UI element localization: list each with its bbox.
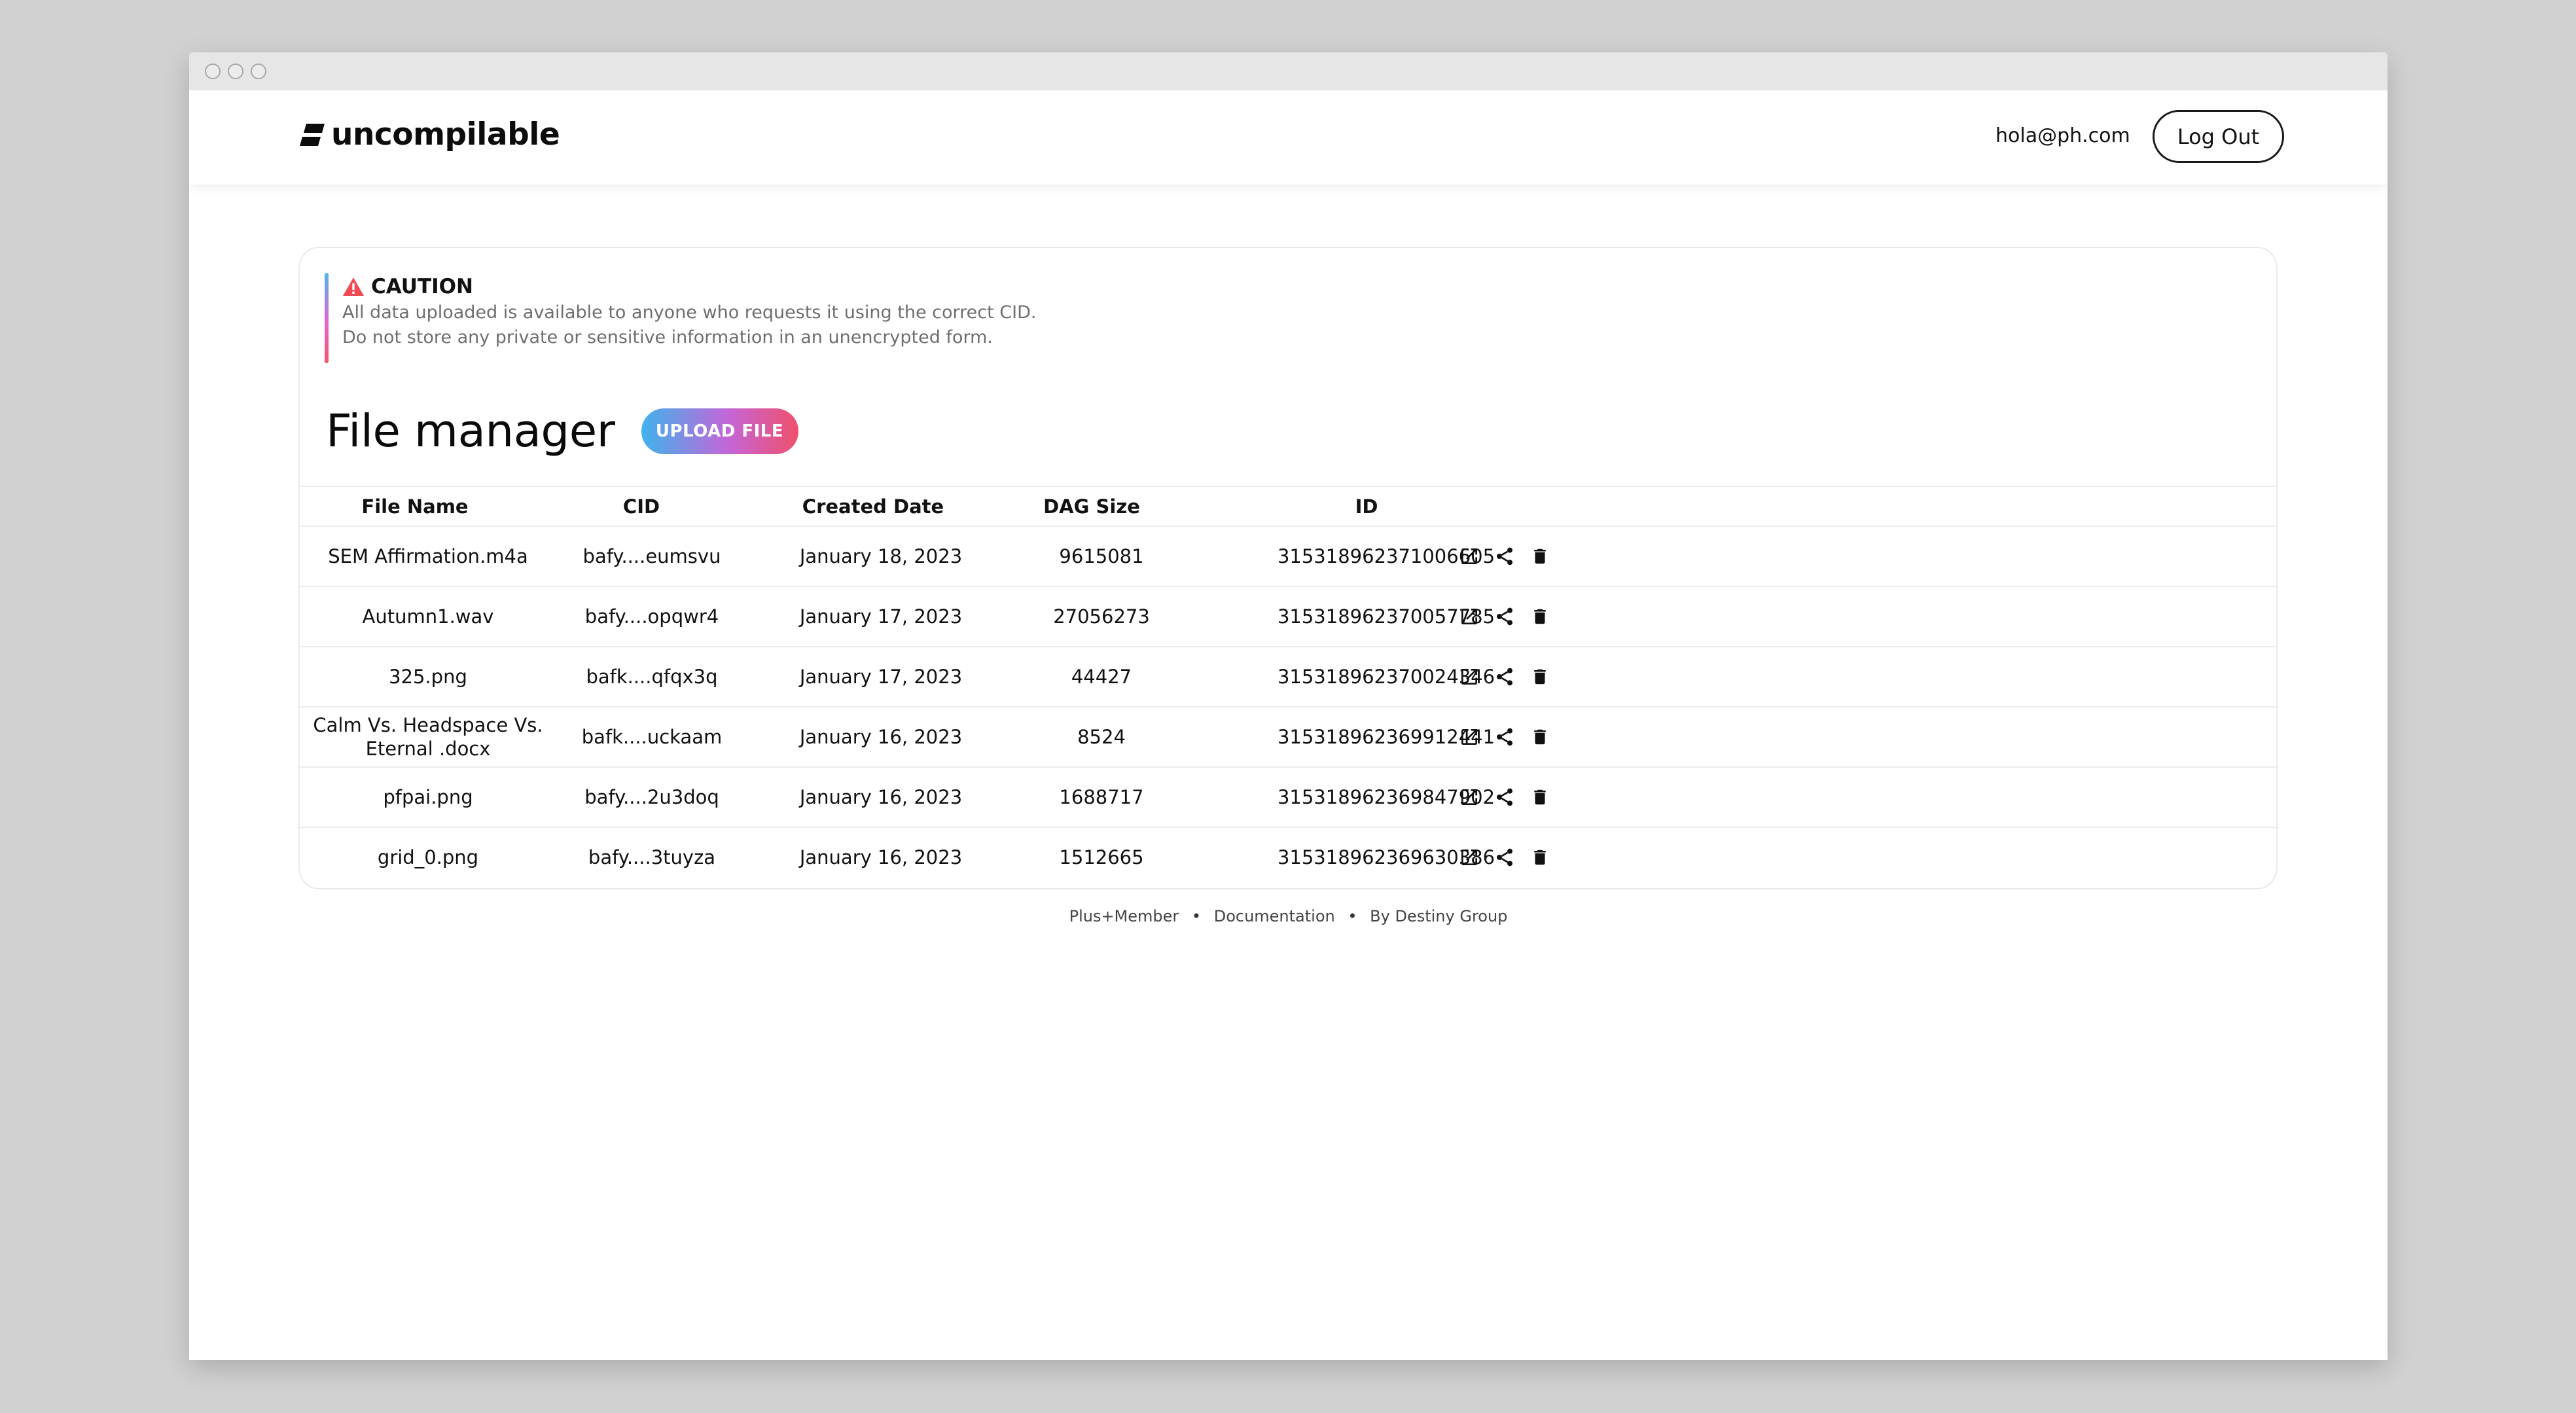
share-icon[interactable] [1494,846,1516,868]
created-date-cell: January 17, 2023 [799,666,963,688]
cid-cell: bafy....eumsvu [582,545,721,567]
caution-accent-bar [325,273,329,363]
caution-line-2: Do not store any private or sensitive in… [342,327,993,348]
dag-size-cell: 1512665 [1059,846,1144,868]
trash-icon[interactable] [1529,605,1551,628]
dag-size-cell: 27056273 [1053,605,1150,628]
window-titlebar [189,52,2388,90]
trash-icon[interactable] [1529,846,1551,868]
table-row: Calm Vs. Headspace Vs. Eternal .docx bafk… [300,707,2276,768]
dag-size-cell: 44427 [1071,666,1132,688]
table-row: grid_0.png bafy....3tuyza January 16, 2023… [300,828,2276,888]
warning-icon [343,277,364,296]
caution-line-1: All data uploaded is available to anyone… [342,302,1037,323]
footer-separator: • [1191,907,1202,925]
file-name-cell: Calm Vs. Headspace Vs. Eternal .docx [313,714,543,760]
column-header-dag-size[interactable]: DAG Size [993,487,1190,527]
window-close-dot[interactable] [205,63,221,79]
dag-size-cell: 9615081 [1059,545,1144,567]
external-link-icon[interactable] [1458,545,1480,567]
row-actions [1458,707,1551,766]
table-row: 325.png bafk....qfqx3q January 17, 2023 444… [300,647,2276,707]
file-manager-card: CAUTION All data uploaded is available t… [298,247,2278,889]
dag-size-cell: 1688717 [1059,786,1144,808]
cid-cell: bafk....qfqx3q [586,666,718,688]
footer-separator: • [1348,907,1357,925]
share-icon[interactable] [1494,726,1516,748]
table-body: SEM Affirmation.m4a bafy....eumsvu January… [300,527,2276,888]
external-link-icon[interactable] [1458,666,1480,688]
brand-name: uncompilable [331,116,560,152]
brand-mark-icon [300,123,325,146]
browser-window: uncompilable hola@ph.com Log Out CAUTION… [189,52,2388,1360]
top-navbar: uncompilable hola@ph.com Log Out [189,90,2388,185]
file-name-cell: grid_0.png [377,846,479,868]
created-date-cell: January 16, 2023 [799,786,963,808]
dag-size-cell: 8524 [1077,726,1126,748]
trash-icon[interactable] [1529,545,1551,567]
external-link-icon[interactable] [1458,846,1480,868]
trash-icon[interactable] [1529,786,1551,808]
window-maximize-dot[interactable] [251,63,266,79]
file-table: File Name CID Created Date DAG Size ID S… [300,486,2276,888]
file-name-cell: Autumn1.wav [362,605,494,628]
logout-button[interactable]: Log Out [2153,110,2284,163]
footer: Plus+Member • Documentation • By Destiny… [189,907,2388,925]
footer-link-documentation[interactable]: Documentation [1214,907,1335,925]
cid-cell: bafy....3tuyza [588,846,716,868]
page-title: File manager [326,405,615,457]
row-actions [1458,587,1551,646]
file-name-cell: pfpai.png [383,786,473,808]
user-email: hola@ph.com [1995,124,2130,147]
share-icon[interactable] [1494,666,1516,688]
file-name-cell: SEM Affirmation.m4a [328,545,528,567]
cid-cell: bafk....uckaam [581,726,723,748]
footer-link-plus-member[interactable]: Plus+Member [1069,907,1179,925]
trash-icon[interactable] [1529,726,1551,748]
caution-notice: CAUTION All data uploaded is available t… [325,273,1241,363]
heading-row: File manager UPLOAD FILE [326,405,798,457]
row-actions [1458,647,1551,706]
table-row: pfpai.png bafy....2u3doq January 16, 2023 1… [300,768,2276,828]
created-date-cell: January 16, 2023 [799,726,963,748]
column-header-id[interactable]: ID [1203,487,1530,527]
share-icon[interactable] [1494,605,1516,628]
trash-icon[interactable] [1529,666,1551,688]
row-actions [1458,828,1551,887]
column-header-file-name[interactable]: File Name [300,487,530,527]
brand-logo[interactable]: uncompilable [300,116,560,152]
external-link-icon[interactable] [1458,786,1480,808]
created-date-cell: January 17, 2023 [799,605,963,628]
share-icon[interactable] [1494,545,1516,567]
cid-cell: bafy....2u3doq [584,786,719,808]
upload-file-button[interactable]: UPLOAD FILE [641,408,798,454]
cid-cell: bafy....opqwr4 [584,605,719,628]
share-icon[interactable] [1494,786,1516,808]
row-actions [1458,768,1551,827]
table-header: File Name CID Created Date DAG Size ID [300,486,2276,527]
file-name-cell: 325.png [389,666,467,688]
column-header-created-date[interactable]: Created Date [759,487,987,527]
caution-title: CAUTION [371,275,473,298]
table-row: SEM Affirmation.m4a bafy....eumsvu January… [300,527,2276,587]
row-actions [1458,527,1551,586]
window-minimize-dot[interactable] [228,63,243,79]
created-date-cell: January 16, 2023 [799,846,963,868]
created-date-cell: January 18, 2023 [799,545,963,567]
footer-link-destiny-group[interactable]: By Destiny Group [1370,907,1507,925]
external-link-icon[interactable] [1458,726,1480,748]
column-header-cid[interactable]: CID [543,487,740,527]
external-link-icon[interactable] [1458,605,1480,628]
table-row: Autumn1.wav bafy....opqwr4 January 17, 202… [300,587,2276,647]
